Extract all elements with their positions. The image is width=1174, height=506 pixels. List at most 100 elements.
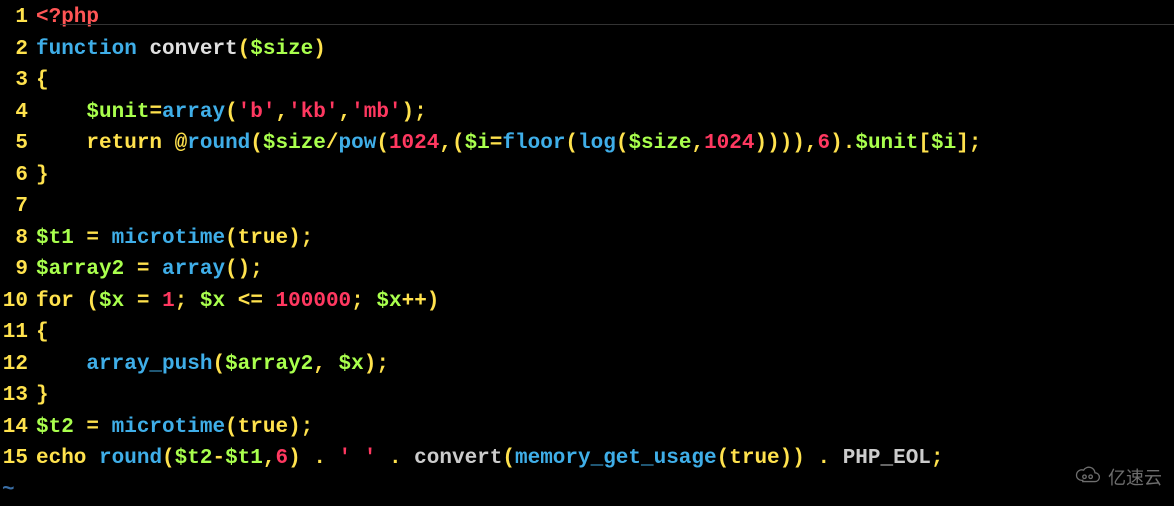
line-number: 2	[0, 34, 36, 66]
token: ;	[931, 447, 944, 470]
token: ))	[780, 447, 805, 470]
token: log	[578, 132, 616, 155]
code-line[interactable]: 6}	[0, 160, 1174, 192]
token: ' '	[339, 447, 377, 470]
token: 'kb'	[288, 101, 338, 124]
token: (	[238, 38, 251, 61]
line-number: 4	[0, 97, 36, 129]
token	[86, 447, 99, 470]
token: $t2	[36, 416, 74, 439]
code-content[interactable]: function convert($size)	[36, 34, 1174, 66]
token: );	[288, 227, 313, 250]
token: 100000	[276, 290, 352, 313]
code-content[interactable]: return @round($size/pow(1024,($i=floor(l…	[36, 128, 1174, 160]
token: true	[238, 227, 288, 250]
empty-line-tilde: ~	[0, 475, 1174, 506]
token: microtime	[112, 416, 225, 439]
line-1-underline	[60, 24, 1174, 25]
token: ).	[830, 132, 855, 155]
token: for	[36, 290, 74, 313]
code-content[interactable]: for ($x = 1; $x <= 100000; $x++)	[36, 286, 1174, 318]
token: }	[36, 164, 49, 187]
line-number: 1	[0, 2, 36, 34]
token: $size	[263, 132, 326, 155]
token: (	[162, 447, 175, 470]
code-content[interactable]: $t1 = microtime(true);	[36, 223, 1174, 255]
line-number: 14	[0, 412, 36, 444]
token: {	[36, 321, 49, 344]
code-content[interactable]: array_push($array2, $x);	[36, 349, 1174, 381]
token: =	[74, 416, 112, 439]
token: (	[225, 416, 238, 439]
code-line[interactable]: 15echo round($t2-$t1,6) . ' ' . convert(…	[0, 443, 1174, 475]
code-line[interactable]: 1<?php	[0, 2, 1174, 34]
code-line[interactable]: 4 $unit=array('b','kb','mb');	[0, 97, 1174, 129]
code-content[interactable]: {	[36, 317, 1174, 349]
code-line[interactable]: 5 return @round($size/pow(1024,($i=floor…	[0, 128, 1174, 160]
code-content[interactable]: {	[36, 65, 1174, 97]
line-number: 13	[0, 380, 36, 412]
line-number: 6	[0, 160, 36, 192]
code-content[interactable]: }	[36, 380, 1174, 412]
token: )	[313, 38, 326, 61]
code-line[interactable]: 14$t2 = microtime(true);	[0, 412, 1174, 444]
code-content[interactable]: $t2 = microtime(true);	[36, 412, 1174, 444]
token: 1	[162, 290, 175, 313]
code-line[interactable]: 10for ($x = 1; $x <= 100000; $x++)	[0, 286, 1174, 318]
token: ,	[263, 447, 276, 470]
token: $t1	[225, 447, 263, 470]
token: (	[502, 447, 515, 470]
token: convert	[149, 38, 237, 61]
code-line[interactable]: 3{	[0, 65, 1174, 97]
watermark-text: 亿速云	[1108, 467, 1162, 494]
token: 1024	[704, 132, 754, 155]
token: ++)	[402, 290, 440, 313]
token: (	[717, 447, 730, 470]
code-editor[interactable]: 1<?php2function convert($size)3{4 $unit=…	[0, 0, 1174, 475]
code-line[interactable]: 7	[0, 191, 1174, 223]
token: <=	[225, 290, 275, 313]
code-content[interactable]: $unit=array('b','kb','mb');	[36, 97, 1174, 129]
token: =	[149, 101, 162, 124]
token: .	[805, 447, 843, 470]
token: .	[376, 447, 414, 470]
token: ,(	[439, 132, 464, 155]
token: (	[376, 132, 389, 155]
code-content[interactable]: echo round($t2-$t1,6) . ' ' . convert(me…	[36, 443, 1174, 475]
token	[137, 38, 150, 61]
token: =	[74, 227, 112, 250]
token: round	[187, 132, 250, 155]
token: microtime	[112, 227, 225, 250]
token: (	[225, 101, 238, 124]
code-line[interactable]: 13}	[0, 380, 1174, 412]
token: 6	[818, 132, 831, 155]
token: (	[565, 132, 578, 155]
token: }	[36, 384, 49, 407]
code-line[interactable]: 8$t1 = microtime(true);	[0, 223, 1174, 255]
code-content[interactable]: <?php	[36, 2, 1174, 34]
token: (	[250, 132, 263, 155]
token: true	[238, 416, 288, 439]
code-content[interactable]: }	[36, 160, 1174, 192]
token: $t2	[175, 447, 213, 470]
token: (	[212, 353, 225, 376]
token: {	[36, 69, 49, 92]
code-line[interactable]: 9$array2 = array();	[0, 254, 1174, 286]
cloud-icon	[1074, 464, 1102, 496]
code-line[interactable]: 2function convert($size)	[0, 34, 1174, 66]
token: function	[36, 38, 137, 61]
token: ,	[691, 132, 704, 155]
code-content[interactable]: $array2 = array();	[36, 254, 1174, 286]
line-number: 7	[0, 191, 36, 223]
line-number: 12	[0, 349, 36, 381]
token: $unit	[86, 101, 149, 124]
line-number: 11	[0, 317, 36, 349]
token: /	[326, 132, 339, 155]
watermark: 亿速云	[1074, 464, 1162, 496]
code-line[interactable]: 11{	[0, 317, 1174, 349]
code-line[interactable]: 12 array_push($array2, $x);	[0, 349, 1174, 381]
line-number: 3	[0, 65, 36, 97]
token: $i	[465, 132, 490, 155]
token: pow	[339, 132, 377, 155]
token	[36, 132, 86, 155]
